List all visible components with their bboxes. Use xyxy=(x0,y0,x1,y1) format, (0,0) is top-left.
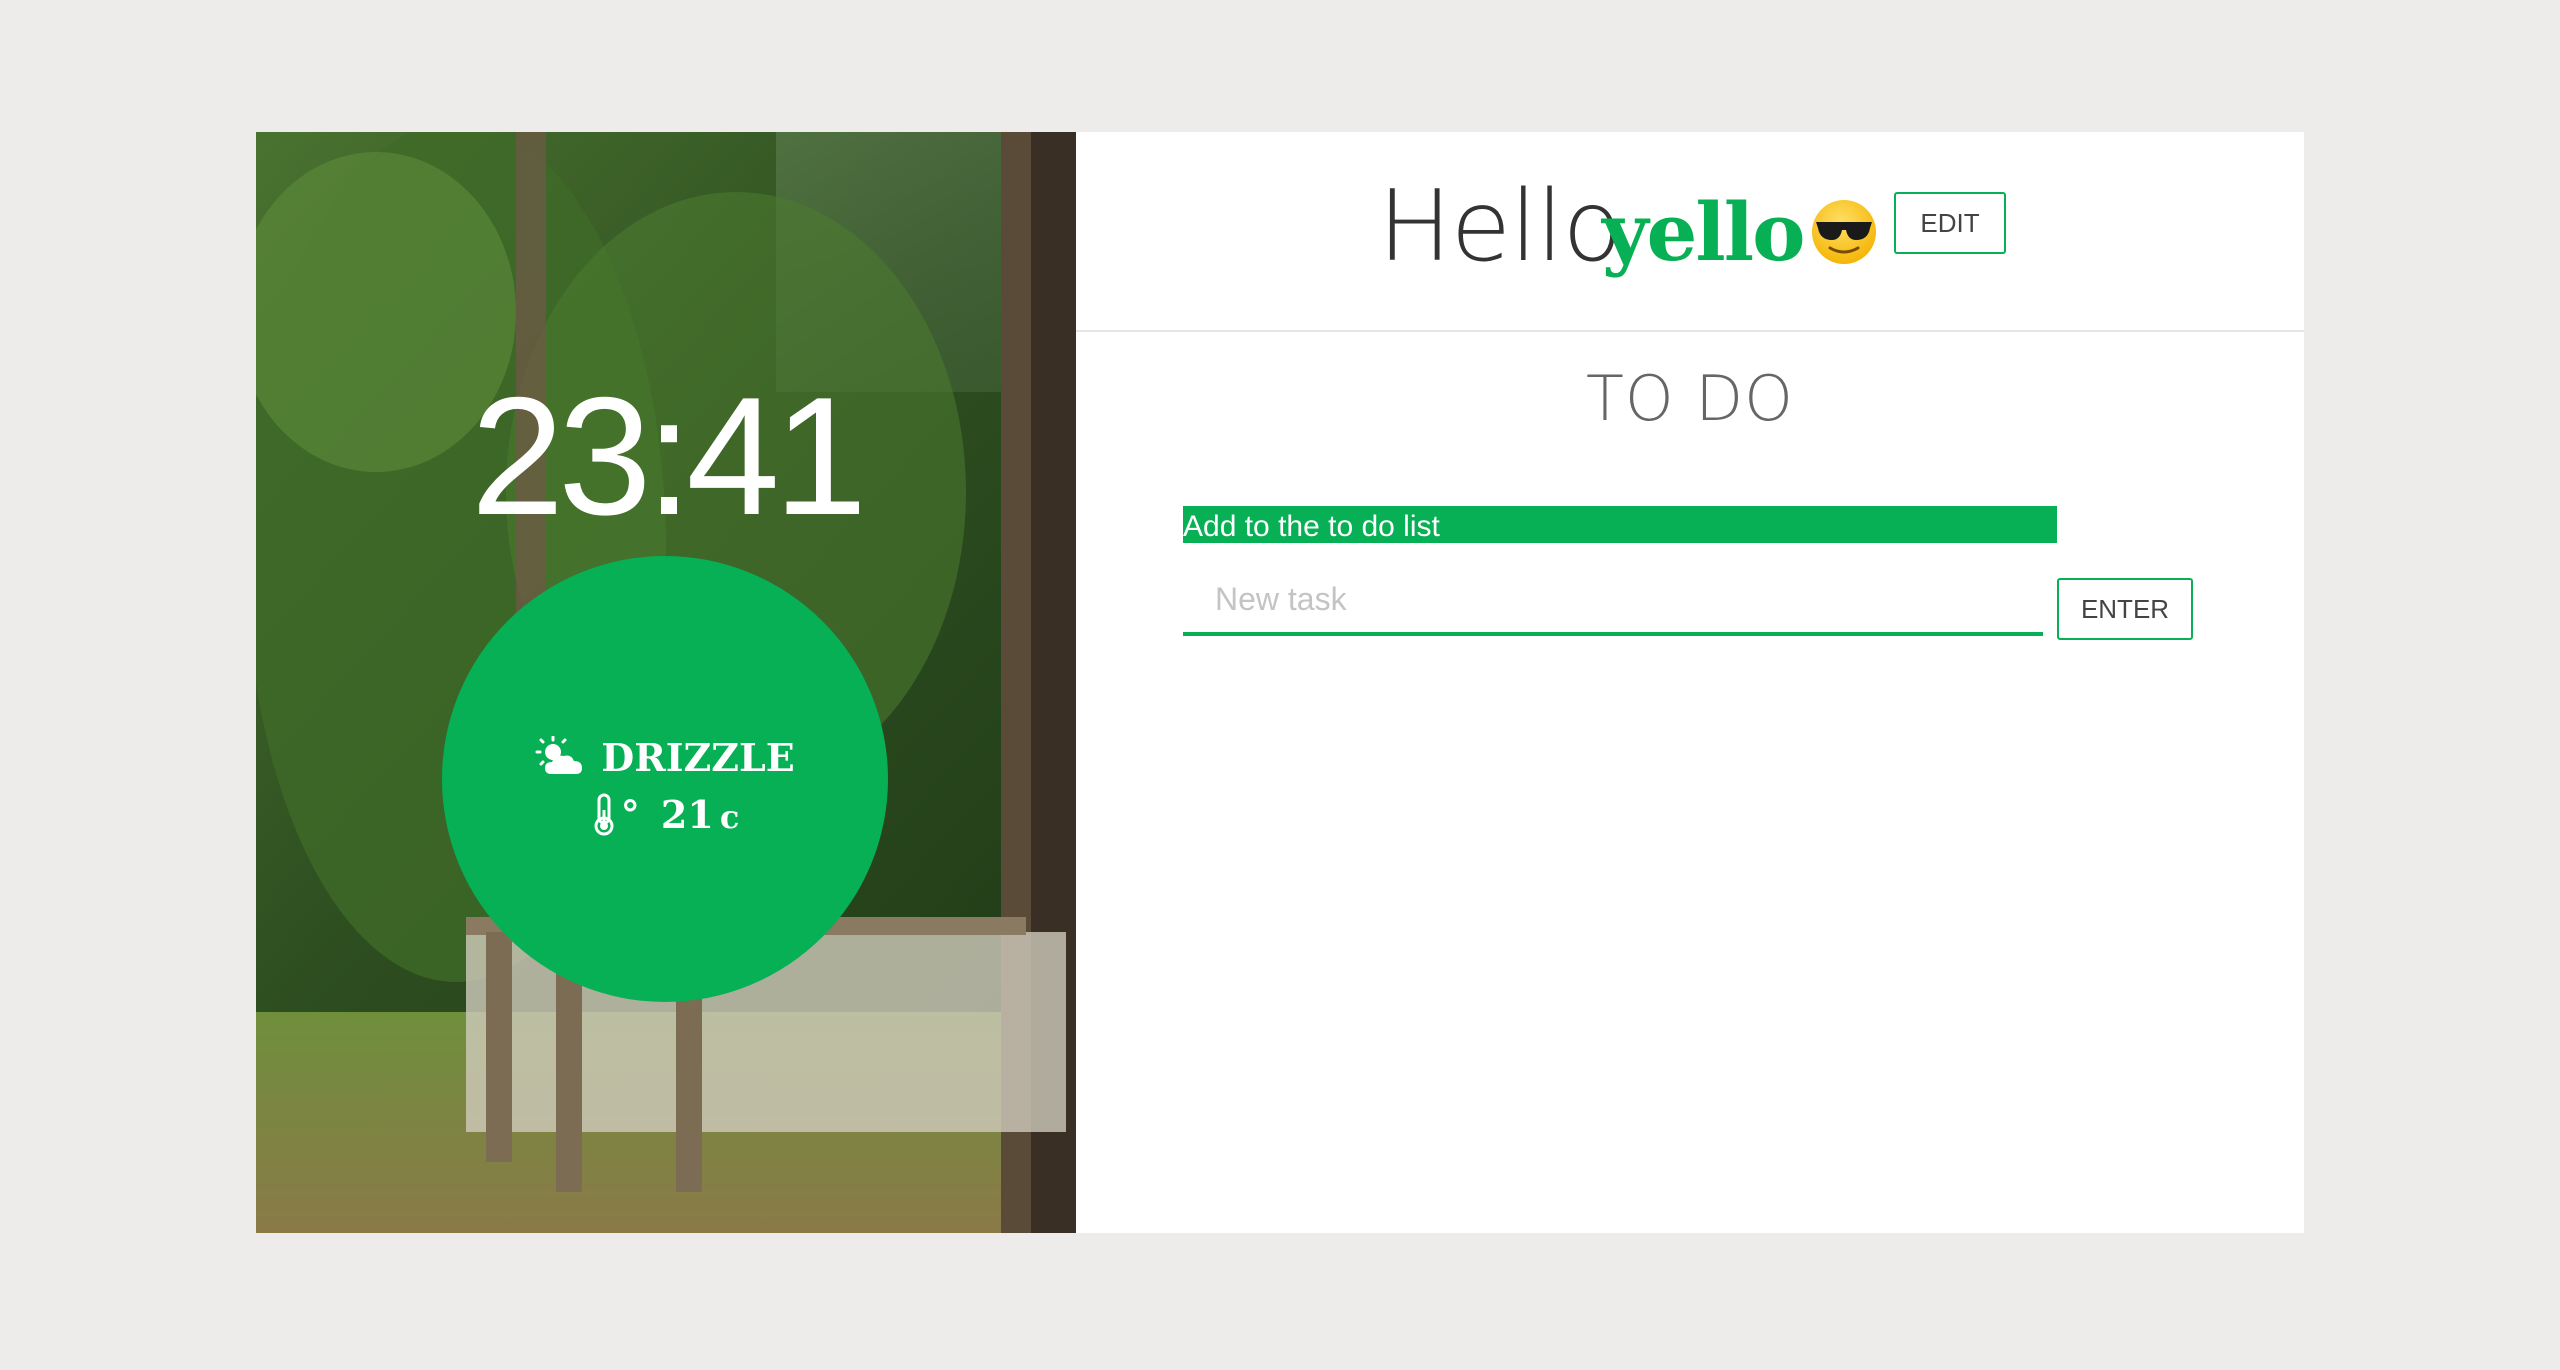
weather-condition-row: DRIZZLE xyxy=(442,735,888,787)
dashboard-card: 23:41 DRIZZLE ° 21 c Hello yello EDIT TO… xyxy=(256,132,2304,1233)
sunglasses-emoji-icon xyxy=(1810,198,1878,266)
temperature-value: 21 xyxy=(660,792,714,837)
temperature-unit: c xyxy=(719,798,740,836)
weather-temperature-row: ° 21 c xyxy=(442,792,888,845)
new-task-input[interactable] xyxy=(1183,566,2043,636)
weather-badge: DRIZZLE ° 21 c xyxy=(442,556,888,1002)
background-photo: 23:41 DRIZZLE ° 21 c xyxy=(256,132,1076,1233)
todo-title: TO DO xyxy=(1586,362,1794,435)
add-task-label: Add to the to do list xyxy=(1183,506,2057,543)
greeting-header: Hello yello EDIT xyxy=(1076,132,2304,332)
todo-panel: Hello yello EDIT TO DO Add to the to do … xyxy=(1076,132,2304,1233)
thermometer-icon xyxy=(591,792,617,845)
temperature-degree: ° xyxy=(620,792,640,837)
clock-time: 23:41 xyxy=(470,362,867,550)
edit-name-button[interactable]: EDIT xyxy=(1894,192,2006,254)
hello-text: Hello xyxy=(1378,170,1622,284)
enter-task-button[interactable]: ENTER xyxy=(2057,578,2193,640)
user-name: yello xyxy=(1602,185,1806,279)
partly-cloudy-icon xyxy=(535,735,589,787)
weather-condition: DRIZZLE xyxy=(601,735,795,780)
